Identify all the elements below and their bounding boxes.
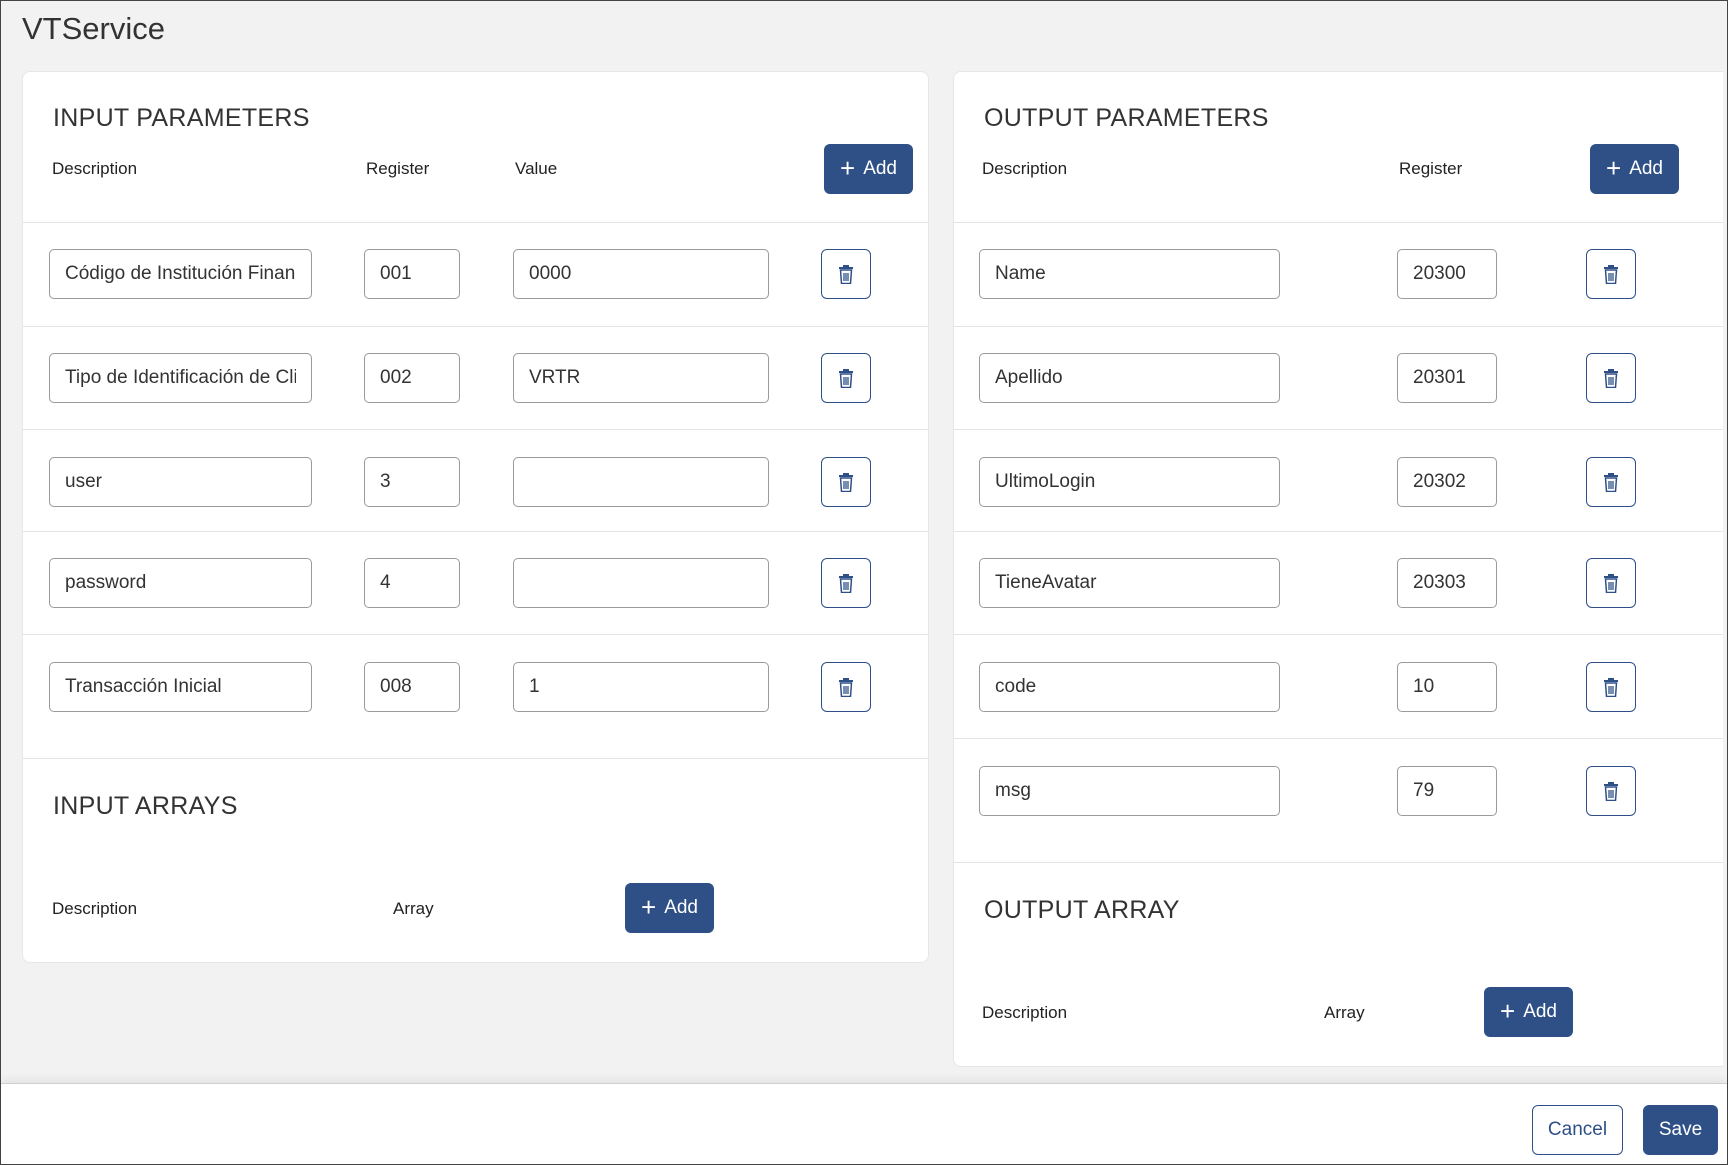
trash-icon — [1604, 472, 1618, 492]
divider — [953, 531, 1723, 532]
input-description-field[interactable] — [49, 662, 312, 712]
output-array-col-description: Description — [982, 1003, 1068, 1022]
divider — [953, 738, 1723, 739]
add-output-array-button[interactable]: + Add — [1484, 987, 1573, 1037]
input-description-field[interactable] — [49, 457, 312, 507]
output-array-col-array: Array — [1324, 1003, 1365, 1022]
input-col-value: Value — [515, 159, 558, 178]
delete-input-row-button[interactable] — [821, 457, 871, 507]
delete-input-row-button[interactable] — [821, 558, 871, 608]
divider — [22, 758, 929, 759]
divider — [953, 862, 1723, 863]
output-description-field[interactable] — [979, 457, 1280, 507]
trash-icon — [839, 677, 853, 697]
input-col-description: Description — [52, 159, 138, 178]
output-parameters-title: OUTPUT PARAMETERS — [984, 104, 1269, 132]
input-col-register: Register — [366, 159, 430, 178]
input-register-field[interactable] — [364, 249, 460, 299]
output-description-field[interactable] — [979, 558, 1280, 608]
output-col-register: Register — [1399, 159, 1463, 178]
output-register-field[interactable] — [1397, 662, 1497, 712]
input-register-field[interactable] — [364, 662, 460, 712]
input-description-field[interactable] — [49, 353, 312, 403]
delete-input-row-button[interactable] — [821, 353, 871, 403]
input-arrays-col-array: Array — [393, 899, 434, 918]
page-title: VTService — [22, 11, 165, 46]
trash-icon — [1604, 677, 1618, 697]
divider — [953, 222, 1723, 223]
save-button[interactable]: Save — [1643, 1105, 1718, 1155]
output-register-field[interactable] — [1397, 766, 1497, 816]
delete-input-row-button[interactable] — [821, 662, 871, 712]
input-value-field[interactable] — [513, 353, 769, 403]
input-arrays-title: INPUT ARRAYS — [53, 792, 238, 820]
divider — [22, 531, 929, 532]
plus-icon: + — [1606, 152, 1622, 183]
input-parameters-title: INPUT PARAMETERS — [53, 104, 310, 132]
output-description-field[interactable] — [979, 353, 1280, 403]
trash-icon — [839, 472, 853, 492]
output-register-field[interactable] — [1397, 353, 1497, 403]
add-input-array-button[interactable]: + Add — [625, 883, 714, 933]
input-register-field[interactable] — [364, 353, 460, 403]
delete-output-row-button[interactable] — [1586, 766, 1636, 816]
delete-output-row-button[interactable] — [1586, 353, 1636, 403]
divider — [22, 634, 929, 635]
output-col-description: Description — [982, 159, 1068, 178]
divider — [953, 429, 1723, 430]
cancel-button[interactable]: Cancel — [1532, 1105, 1623, 1155]
delete-output-row-button[interactable] — [1586, 249, 1636, 299]
input-value-field[interactable] — [513, 249, 769, 299]
footer-bar — [1, 1083, 1727, 1164]
output-array-title: OUTPUT ARRAY — [984, 896, 1180, 924]
output-description-field[interactable] — [979, 766, 1280, 816]
divider — [953, 326, 1723, 327]
divider — [953, 634, 1723, 635]
plus-icon: + — [1500, 995, 1516, 1026]
delete-output-row-button[interactable] — [1586, 558, 1636, 608]
output-register-field[interactable] — [1397, 457, 1497, 507]
output-register-field[interactable] — [1397, 558, 1497, 608]
divider — [22, 326, 929, 327]
delete-output-row-button[interactable] — [1586, 662, 1636, 712]
delete-input-row-button[interactable] — [821, 249, 871, 299]
input-description-field[interactable] — [49, 558, 312, 608]
input-value-field[interactable] — [513, 457, 769, 507]
add-input-parameter-button[interactable]: + Add — [824, 144, 913, 194]
input-register-field[interactable] — [364, 457, 460, 507]
trash-icon — [1604, 573, 1618, 593]
plus-icon: + — [641, 891, 657, 922]
add-output-parameter-button[interactable]: + Add — [1590, 144, 1679, 194]
divider — [22, 222, 929, 223]
divider — [22, 429, 929, 430]
input-value-field[interactable] — [513, 662, 769, 712]
trash-icon — [839, 573, 853, 593]
trash-icon — [839, 264, 853, 284]
input-register-field[interactable] — [364, 558, 460, 608]
input-card — [22, 71, 929, 963]
trash-icon — [839, 368, 853, 388]
output-description-field[interactable] — [979, 662, 1280, 712]
trash-icon — [1604, 781, 1618, 801]
input-description-field[interactable] — [49, 249, 312, 299]
trash-icon — [1604, 368, 1618, 388]
plus-icon: + — [840, 152, 856, 183]
delete-output-row-button[interactable] — [1586, 457, 1636, 507]
output-register-field[interactable] — [1397, 249, 1497, 299]
input-value-field[interactable] — [513, 558, 769, 608]
trash-icon — [1604, 264, 1618, 284]
input-arrays-col-description: Description — [52, 899, 138, 918]
output-description-field[interactable] — [979, 249, 1280, 299]
